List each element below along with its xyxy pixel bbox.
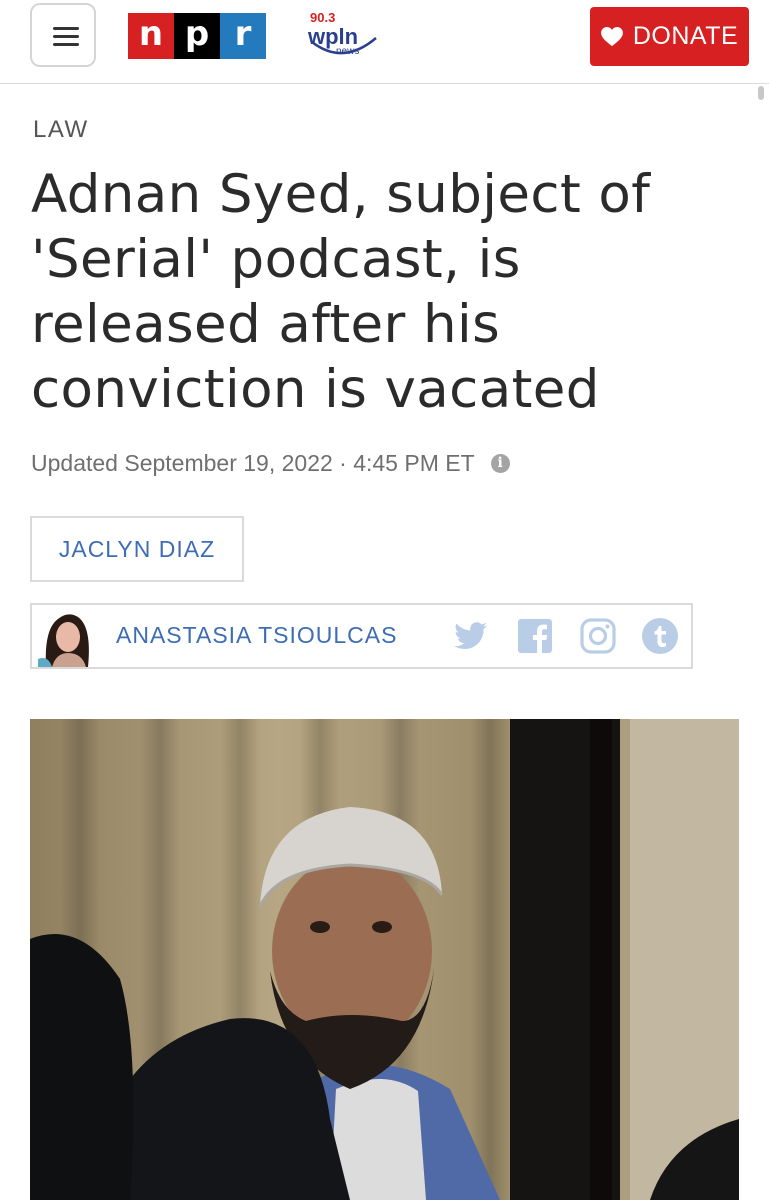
author-name: ANASTASIA TSIOULCAS (116, 622, 398, 648)
npr-logo-letter-n: n (128, 13, 174, 59)
facebook-icon[interactable] (516, 617, 554, 655)
section-label[interactable]: LAW (33, 116, 89, 144)
donate-button[interactable]: DONATE (590, 7, 749, 66)
station-frequency: 90.3 (310, 10, 335, 25)
npr-logo-letter-p: p (174, 13, 220, 59)
donate-label: DONATE (632, 22, 739, 50)
station-sub: news (336, 46, 359, 57)
instagram-icon[interactable] (579, 617, 617, 655)
info-icon[interactable]: i (490, 454, 510, 473)
top-navigation-bar: n p r 90.3 wpln news DONATE (0, 0, 769, 84)
scrollbar[interactable] (758, 86, 764, 100)
article-lead-photo (30, 719, 739, 1200)
menu-button[interactable] (30, 3, 96, 67)
npr-logo[interactable]: n p r (128, 13, 266, 59)
article-headline: Adnan Syed, subject of 'Serial' podcast,… (31, 164, 651, 420)
hamburger-menu-icon-line (53, 35, 79, 38)
tumblr-icon[interactable] (641, 617, 679, 655)
author-byline-anastasia-tsioulcas[interactable]: ANASTASIA TSIOULCAS (30, 603, 693, 669)
npr-logo-letter-r: r (220, 13, 266, 59)
hamburger-menu-icon (53, 27, 79, 30)
author-byline-jaclyn-diaz[interactable]: JACLYN DIAZ (30, 516, 244, 582)
author-name: JACLYN DIAZ (58, 535, 216, 562)
wpln-station-logo[interactable]: 90.3 wpln news (306, 8, 380, 64)
hamburger-menu-icon-line (53, 43, 79, 46)
dateline-text: Updated September 19, 2022 · 4:45 PM ET (31, 450, 475, 476)
article-dateline: Updated September 19, 2022 · 4:45 PM ET … (31, 450, 510, 477)
author-avatar (38, 609, 96, 667)
twitter-icon[interactable] (452, 617, 490, 655)
heart-icon (600, 26, 623, 46)
